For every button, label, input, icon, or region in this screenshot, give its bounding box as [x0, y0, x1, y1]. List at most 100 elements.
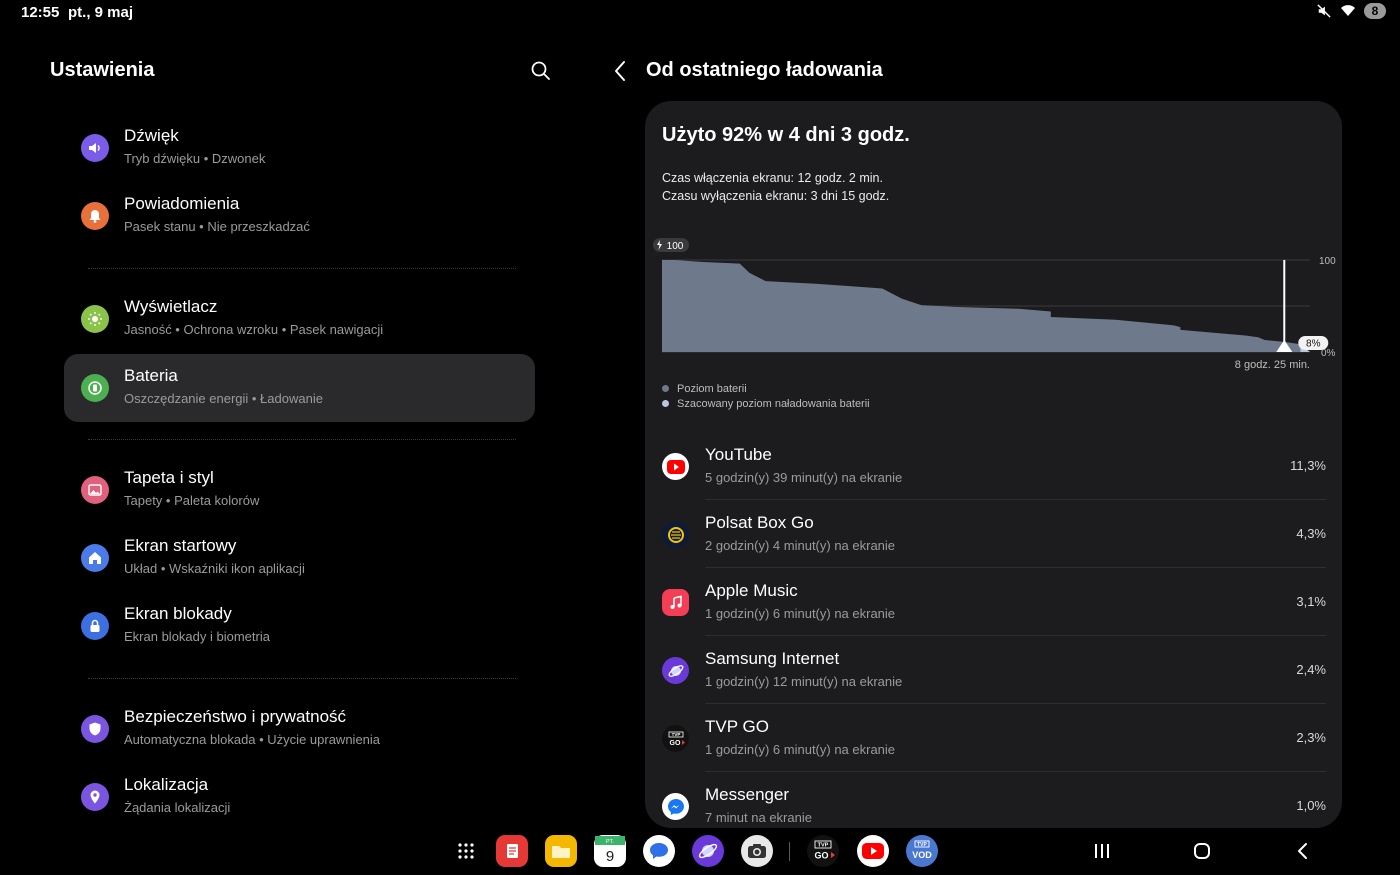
settings-item-subtitle: Oszczędzanie energii • Ładowanie [124, 391, 323, 406]
search-icon [531, 61, 550, 80]
app-percent: 1,0% [1296, 798, 1326, 813]
screen-on-time: Czas włączenia ekranu: 12 godz. 2 min. [662, 171, 883, 185]
y-tick-label: 0% [1321, 348, 1336, 359]
settings-item-sound[interactable]: Dźwięk Tryb dźwięku • Dzwonek [64, 114, 535, 182]
settings-item-notifications[interactable]: Powiadomienia Pasek stanu • Nie przeszka… [64, 182, 535, 250]
app-percent: 4,3% [1296, 526, 1326, 541]
notes-icon[interactable] [496, 835, 528, 867]
calendar-day: 9 [606, 848, 614, 865]
recents-button[interactable] [1090, 839, 1114, 863]
sound-icon [81, 134, 109, 162]
usage-heading: Użyto 92% w 4 dni 3 godz. [662, 124, 910, 146]
settings-item-home-screen[interactable]: Ekran startowy Układ • Wskaźniki ikon ap… [64, 524, 535, 592]
settings-item-title: Ekran startowy [124, 536, 237, 555]
app-usage-row[interactable]: Polsat Box Go 2 godzin(y) 4 minut(y) na … [645, 500, 1342, 568]
back-button[interactable] [608, 58, 634, 84]
back-icon [1298, 843, 1307, 859]
battery-usage-card: Użyto 92% w 4 dni 3 godz. Czas włączenia… [645, 101, 1342, 828]
settings-item-title: Powiadomienia [124, 194, 240, 213]
legend-swatch [662, 385, 669, 392]
dock-divider [789, 842, 790, 861]
settings-item-title: Tapeta i styl [124, 468, 214, 487]
tvpgo-icon[interactable]: TVP GO [807, 835, 839, 867]
settings-item-location[interactable]: Lokalizacja Żądania lokalizacji [64, 763, 535, 831]
app-name: TVP GO [705, 717, 769, 736]
screen-off-time: Czasu wyłączenia ekranu: 3 dni 15 godz. [662, 189, 890, 203]
battery-icon [81, 374, 109, 402]
settings-item-subtitle: Jasność • Ochrona wzroku • Pasek nawigac… [124, 322, 384, 337]
legend-item: Szacowany poziom naładowania baterii [662, 398, 1062, 410]
svg-text:TVP: TVP [818, 843, 829, 849]
app-name: YouTube [705, 445, 772, 464]
settings-item-subtitle: Żądania lokalizacji [124, 800, 231, 815]
settings-item-title: Wyświetlacz [124, 297, 218, 316]
home-nav-icon [1194, 843, 1210, 859]
remaining-time-label: 8 godz. 25 min. [1235, 359, 1310, 371]
mute-icon [1316, 3, 1332, 19]
wifi-icon [1340, 3, 1356, 19]
app-percent: 2,3% [1296, 730, 1326, 745]
settings-item-security[interactable]: Bezpieczeństwo i prywatność Automatyczna… [64, 695, 535, 763]
settings-item-battery[interactable]: Bateria Oszczędzanie energii • Ładowanie [64, 354, 535, 422]
start-level-label: 100 [667, 241, 684, 252]
battery-chart[interactable]: 100 8% 100 0% 8 godz. 25 min. [645, 233, 1342, 378]
settings-item-subtitle: Ekran blokady i biometria [124, 629, 270, 644]
app-screen-time: 1 godzin(y) 6 minut(y) na ekranie [705, 606, 896, 621]
settings-item-wallpaper[interactable]: Tapeta i styl Tapety • Paleta kolorów [64, 456, 535, 524]
app-screen-time: 1 godzin(y) 12 minut(y) na ekranie [705, 674, 903, 689]
app-drawer-icon[interactable] [450, 835, 482, 867]
youtube-icon[interactable] [857, 835, 889, 867]
section-divider [88, 439, 516, 440]
tvpvod-icon[interactable]: TVP VOD [906, 835, 938, 867]
app-usage-row[interactable]: Messenger 7 minut na ekranie 1,0% [645, 772, 1342, 828]
calendar-icon[interactable]: PT. 9 [594, 835, 626, 867]
settings-item-title: Lokalizacja [124, 775, 209, 794]
youtube-icon [662, 453, 689, 480]
app-name: Apple Music [705, 581, 798, 600]
location-icon [81, 783, 109, 811]
legend-label: Szacowany poziom naładowania baterii [677, 398, 870, 410]
settings-item-subtitle: Tryb dźwięku • Dzwonek [124, 151, 266, 166]
settings-item-display[interactable]: Wyświetlacz Jasność • Ochrona wzroku • P… [64, 285, 535, 353]
settings-item-lock-screen[interactable]: Ekran blokady Ekran blokady i biometria [64, 592, 535, 660]
svg-text:GO: GO [669, 740, 680, 747]
app-screen-time: 5 godzin(y) 39 minut(y) na ekranie [705, 470, 903, 485]
tvp-vod-label: VOD [912, 850, 932, 860]
internet-icon[interactable] [692, 835, 724, 867]
polsat-icon [662, 521, 689, 548]
camera-icon[interactable] [741, 835, 773, 867]
app-name: Polsat Box Go [705, 513, 814, 532]
settings-title: Ustawienia [50, 59, 155, 81]
settings-item-subtitle: Automatyczna blokada • Użycie uprawnieni… [124, 732, 381, 747]
home-button[interactable] [1190, 839, 1214, 863]
files-icon[interactable] [545, 835, 577, 867]
page-title: Od ostatniego ładowania [646, 59, 883, 81]
svg-text:TVP: TVP [671, 732, 680, 737]
status-time: 12:55 [21, 4, 60, 21]
app-screen-time: 2 godzin(y) 4 minut(y) na ekranie [705, 538, 896, 553]
nav-back-button[interactable] [1291, 839, 1315, 863]
shield-icon [81, 715, 109, 743]
settings-item-title: Bezpieczeństwo i prywatność [124, 707, 347, 726]
recents-icon [1095, 844, 1109, 858]
settings-item-title: Dźwięk [124, 126, 179, 145]
status-date: pt., 9 maj [68, 4, 134, 21]
internet-icon [662, 657, 689, 684]
settings-item-title: Bateria [124, 366, 178, 385]
app-name: Messenger [705, 785, 790, 804]
messages-icon[interactable] [643, 835, 675, 867]
app-usage-row[interactable]: TVP GO TVP GO 1 godzin(y) 6 minut(y) na e… [645, 704, 1342, 772]
search-button[interactable] [529, 59, 553, 83]
app-name: Samsung Internet [705, 649, 840, 668]
messenger-icon [662, 793, 689, 820]
svg-text:TVP: TVP [917, 842, 927, 848]
calendar-weekday: PT. [606, 839, 614, 845]
taskbar: PT. 9 TVP GO TVP VOD [0, 831, 1400, 871]
app-usage-row[interactable]: Samsung Internet 1 godzin(y) 12 minut(y)… [645, 636, 1342, 704]
music-icon [662, 589, 689, 616]
current-level-label: 8% [1306, 339, 1321, 350]
settings-item-title: Ekran blokady [124, 604, 232, 623]
app-usage-row[interactable]: YouTube 5 godzin(y) 39 minut(y) na ekran… [645, 432, 1342, 500]
tvpgo-icon: TVP GO [662, 725, 689, 752]
app-usage-row[interactable]: Apple Music 1 godzin(y) 6 minut(y) na ek… [645, 568, 1342, 636]
